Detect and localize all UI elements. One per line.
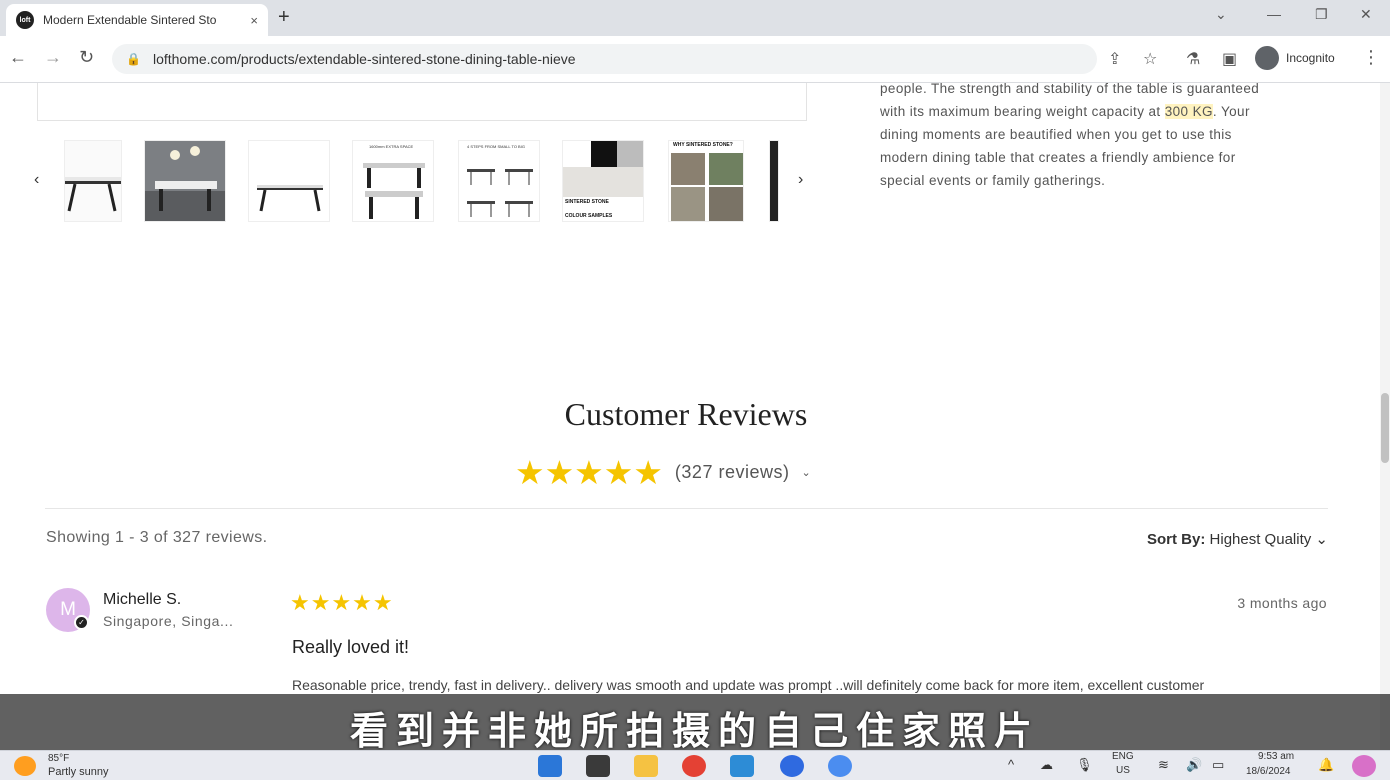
browser-menu-icon[interactable]: ⋮ — [1362, 47, 1380, 68]
table-extension-diagram-icon — [363, 163, 425, 219]
review-body: Reasonable price, trendy, fast in delive… — [292, 677, 1205, 693]
tab-title: Modern Extendable Sintered Sto — [43, 13, 217, 27]
lock-icon: 🔒 — [126, 52, 141, 66]
thumb-colour-label: COLOUR SAMPLES — [565, 213, 613, 219]
incognito-icon — [1255, 46, 1279, 70]
taskbar: 85°F Partly sunny ^ ☁ 🎙 ENG US ≋ 🔊 ▭ 9:5… — [0, 750, 1390, 780]
customer-reviews-heading: Customer Reviews — [564, 396, 808, 432]
material-features-icon — [671, 153, 743, 221]
page-content: ‹ › 1600mm EXTRA SPACE 4 STEPS FROM SMAL… — [0, 83, 1390, 750]
clock-date[interactable]: 18/6/2024 — [1246, 766, 1291, 777]
thumbnail-3[interactable] — [248, 140, 330, 222]
battery-icon[interactable]: ▭ — [1212, 757, 1224, 773]
wifi-icon[interactable]: ≋ — [1158, 757, 1169, 773]
thumbnail-4[interactable]: 1600mm EXTRA SPACE — [352, 140, 434, 222]
table-side-view-icon — [65, 177, 121, 212]
browser-toolbar: ← → ↻ 🔒 lofthome.com/products/extendable… — [0, 36, 1390, 83]
showing-count: Showing 1 - 3 of 327 reviews. — [46, 529, 268, 546]
tab-active[interactable]: loft Modern Extendable Sintered Sto × — [6, 4, 268, 36]
thumbnail-6[interactable]: SINTERED STONE COLOUR SAMPLES — [562, 140, 644, 222]
start-windows-icon[interactable] — [538, 755, 562, 777]
steps-diagram-icon — [467, 169, 533, 217]
address-bar[interactable]: 🔒 lofthome.com/products/extendable-sinte… — [112, 44, 1097, 74]
side-panel-icon[interactable]: ▣ — [1222, 49, 1237, 69]
extensions-flask-icon[interactable]: ⚗ — [1186, 49, 1200, 69]
tab-search-chevron-icon[interactable]: ⌄ — [1215, 6, 1227, 23]
copilot-icon[interactable] — [1352, 755, 1376, 777]
zoom-icon[interactable] — [780, 755, 804, 777]
site-favicon-icon: loft — [16, 11, 34, 29]
sort-value: Highest Quality — [1209, 531, 1312, 548]
back-arrow-icon[interactable]: ← — [9, 47, 27, 68]
new-tab-button[interactable]: + — [278, 6, 290, 29]
language-bottom[interactable]: US — [1116, 765, 1130, 776]
thumbnail-8[interactable] — [769, 140, 779, 222]
review-count: (327 reviews) — [674, 462, 790, 482]
table-front-view-icon — [257, 185, 323, 212]
product-description: people. The strength and stability of th… — [880, 83, 1340, 192]
close-tab-icon[interactable]: × — [250, 13, 258, 28]
thumbnail-1[interactable] — [64, 140, 122, 222]
thumb-dim-label: 1600mm EXTRA SPACE — [369, 144, 414, 149]
gallery-next-icon[interactable]: › — [798, 171, 803, 189]
share-icon[interactable]: ⇪ — [1108, 49, 1121, 69]
reload-icon[interactable]: ↻ — [79, 47, 94, 68]
chrome-incognito-icon[interactable] — [828, 755, 852, 777]
colour-samples-icon — [563, 141, 643, 197]
minimize-icon[interactable]: — — [1267, 6, 1281, 22]
incognito-label: Incognito — [1286, 51, 1335, 65]
reviews-divider — [45, 508, 1328, 509]
close-window-icon[interactable]: ✕ — [1360, 6, 1372, 23]
verified-check-icon: ✓ — [74, 615, 89, 630]
bookmark-star-icon[interactable]: ☆ — [1143, 49, 1157, 69]
thumbnail-7[interactable]: WHY SINTERED STONE? — [668, 140, 744, 222]
thumbnail-5[interactable]: 4 STEPS FROM SMALL TO BIG — [458, 140, 540, 222]
tab-strip: loft Modern Extendable Sintered Sto × + … — [0, 0, 1390, 36]
incognito-indicator[interactable]: Incognito — [1255, 46, 1335, 70]
chrome-icon[interactable] — [682, 755, 706, 777]
description-line-3: dining moments are beautified when you g… — [880, 127, 1232, 142]
thumb-why-label: WHY SINTERED STONE? — [673, 142, 733, 148]
language-top[interactable]: ENG — [1112, 751, 1134, 762]
chevron-down-icon[interactable]: ⌄ — [801, 466, 810, 479]
review-heading: Really loved it! — [292, 637, 410, 657]
weather-description: Partly sunny — [48, 766, 109, 778]
thumb-steps-label: 4 STEPS FROM SMALL TO BIG — [467, 144, 525, 149]
reviewer-name: Michelle S. — [103, 591, 182, 608]
description-line-4: modern dining table that creates a frien… — [880, 150, 1236, 165]
onedrive-cloud-icon[interactable]: ☁ — [1040, 757, 1053, 773]
highlighted-weight: 300 KG — [1164, 104, 1213, 119]
tray-chevron-up-icon[interactable]: ^ — [1008, 757, 1014, 772]
vscode-icon[interactable] — [730, 755, 754, 777]
review-date: 3 months ago — [1237, 595, 1327, 611]
scrollbar-thumb[interactable] — [1381, 393, 1389, 463]
thumb-sintered-label: SINTERED STONE — [565, 199, 609, 205]
volume-icon[interactable]: 🔊 — [1186, 757, 1202, 773]
weather-temperature: 85°F — [48, 753, 70, 764]
microphone-icon[interactable]: 🎙 — [1076, 757, 1093, 773]
sort-chevron-icon: ⌄ — [1315, 531, 1328, 548]
forward-arrow-icon[interactable]: → — [44, 47, 62, 68]
sort-label: Sort By: — [1147, 531, 1206, 548]
task-view-icon[interactable] — [586, 755, 610, 777]
video-subtitle: 看到并非她所拍摄的自己住家照片 — [349, 709, 1040, 753]
gallery-prev-icon[interactable]: ‹ — [34, 171, 39, 189]
description-line-5: special events or family gatherings. — [880, 173, 1106, 188]
description-line-1: people. The strength and stability of th… — [880, 83, 1260, 96]
reviews-summary[interactable]: ★★★★★ (327 reviews) ⌄ — [515, 456, 811, 489]
notification-bell-icon[interactable]: 🔔 — [1318, 757, 1334, 773]
clock-time[interactable]: 9:53 am — [1258, 751, 1294, 762]
weather-sun-icon[interactable] — [14, 756, 36, 776]
review-stars: ★★★★★ — [290, 590, 394, 615]
room-scene-image-icon — [145, 141, 225, 221]
main-product-image-frame — [37, 83, 807, 121]
thumbnail-2[interactable] — [144, 140, 226, 222]
address-url: lofthome.com/products/extendable-sintere… — [152, 51, 576, 67]
description-line-2: with its maximum bearing weight capacity… — [880, 104, 1250, 119]
reviewer-location: Singapore, Singa... — [103, 613, 234, 629]
restore-icon[interactable]: ❐ — [1315, 6, 1328, 23]
rating-stars: ★★★★★ — [515, 454, 663, 491]
file-explorer-icon[interactable] — [634, 755, 658, 777]
sort-dropdown[interactable]: Sort By: Highest Quality ⌄ — [1147, 530, 1328, 548]
